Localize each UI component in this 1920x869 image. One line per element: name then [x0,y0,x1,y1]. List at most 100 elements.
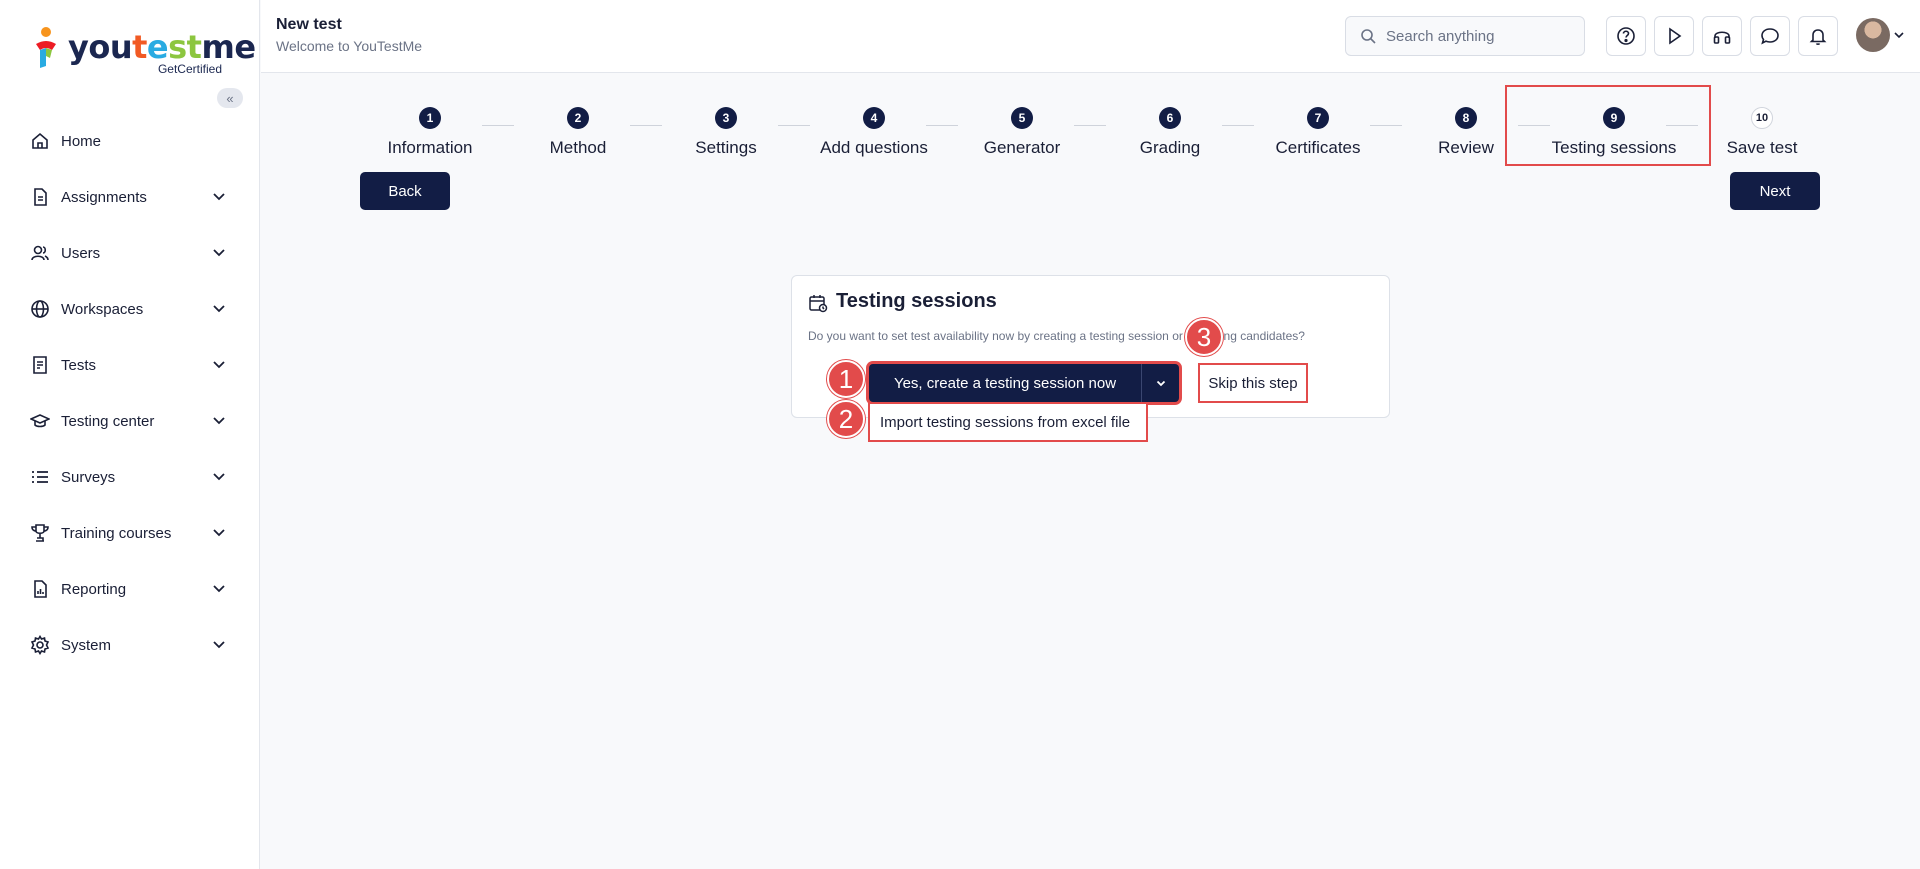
card-title: Testing sessions [836,290,997,312]
play-button[interactable] [1654,16,1694,56]
sidebar-item-label: Training courses [61,524,172,542]
import-sessions-menu-item[interactable]: Import testing sessions from excel file [868,402,1148,442]
step-number: 5 [1011,107,1033,129]
sidebar-item-label: System [61,636,112,654]
create-session-split-button: Yes, create a testing session now [869,364,1179,402]
highlight-current-step [1505,85,1711,166]
sidebar-item-label: Home [61,132,102,150]
top-header: New test Welcome to YouTestMe [261,0,1920,73]
annotation-badge-2: 2 [827,400,865,438]
sidebar-item-training-courses[interactable]: Training courses [0,505,260,561]
step-settings[interactable]: 3 Settings [656,104,796,158]
step-label: Generator [983,138,1061,157]
home-icon [30,131,50,151]
chevron-down-icon [213,641,225,649]
sidebar-item-assignments[interactable]: Assignments [0,169,260,225]
step-label: Method [549,138,607,157]
user-avatar[interactable] [1856,18,1890,52]
help-button[interactable] [1606,16,1646,56]
page-title: New test [276,16,342,33]
sidebar-item-surveys[interactable]: Surveys [0,449,260,505]
sidebar-item-label: Tests [61,356,97,374]
document-icon [30,187,50,207]
step-label: Add questions [820,138,928,157]
annotation-badge-1: 1 [827,360,865,398]
sidebar-item-workspaces[interactable]: Workspaces [0,281,260,337]
step-generator[interactable]: 5 Generator [952,104,1092,158]
sidebar-item-label: Users [61,244,101,262]
gear-icon [30,635,50,655]
back-button[interactable]: Back [360,172,450,210]
step-save-test[interactable]: 10 Save test [1692,104,1832,158]
bell-icon [1809,29,1827,46]
youtestme-logo[interactable]: youtestme GetCertified [32,24,256,78]
chevron-down-icon[interactable] [1893,29,1905,41]
globe-icon [30,299,50,319]
step-label: Save test [1726,138,1798,157]
chevron-down-icon [213,529,225,537]
support-button[interactable] [1702,16,1742,56]
split-dropdown-toggle[interactable] [1141,364,1179,402]
step-label: Information [387,138,473,157]
step-method[interactable]: 2 Method [508,104,648,158]
sidebar-item-home[interactable]: Home [0,113,260,169]
step-number: 3 [715,107,737,129]
step-number: 1 [419,107,441,129]
logo-figure-icon [36,27,56,68]
search-box[interactable] [1345,16,1585,56]
step-number: 4 [863,107,885,129]
step-label: Grading [1139,138,1201,157]
sidebar-item-testing-center[interactable]: Testing center [0,393,260,449]
sidebar-item-reporting[interactable]: Reporting [0,561,260,617]
calendar-clock-icon [809,295,828,313]
card-description: Do you want to set test availability now… [808,329,1305,343]
next-button[interactable]: Next [1730,172,1820,210]
sidebar-nav: Home Assignments Users Workspaces Tests … [0,113,260,673]
step-certificates[interactable]: 7 Certificates [1248,104,1388,158]
checklist-icon [30,355,50,375]
chevron-down-icon [213,417,225,425]
graduation-cap-icon [30,411,50,431]
chevron-down-icon [213,473,225,481]
play-icon [1669,27,1682,45]
sidebar-item-label: Testing center [61,412,155,430]
step-number: 7 [1307,107,1329,129]
sidebar-item-users[interactable]: Users [0,225,260,281]
collapse-sidebar-button[interactable]: « [217,88,243,108]
step-grading[interactable]: 6 Grading [1100,104,1240,158]
chevron-down-icon [213,249,225,257]
users-icon [30,243,50,263]
chat-button[interactable] [1750,16,1790,56]
page-subtitle: Welcome to YouTestMe [276,38,423,54]
search-input[interactable] [1386,27,1566,45]
headset-icon [1713,31,1731,44]
chevron-down-icon [213,585,225,593]
help-icon [1617,27,1635,45]
chevron-down-icon [213,305,225,313]
sidebar-item-label: Reporting [61,580,127,598]
logo-wordmark: youtestme [68,28,256,66]
chevron-down-icon [213,361,225,369]
sidebar-item-tests[interactable]: Tests [0,337,260,393]
logo-subtitle: GetCertified [157,62,222,76]
annotation-badge-3: 3 [1185,318,1223,356]
trophy-icon [30,523,50,543]
step-number: 2 [567,107,589,129]
step-label: Settings [695,138,757,157]
skip-step-button[interactable]: Skip this step [1198,363,1308,403]
chevron-down-icon [213,193,225,201]
step-number: 8 [1455,107,1477,129]
sidebar: youtestme GetCertified « Home Assignment… [0,0,260,869]
step-add-questions[interactable]: 4 Add questions [804,104,944,158]
sidebar-item-system[interactable]: System [0,617,260,673]
sidebar-item-label: Assignments [61,188,147,206]
create-session-button[interactable]: Yes, create a testing session now [869,364,1141,402]
sidebar-item-label: Surveys [61,468,116,486]
step-label: Certificates [1275,138,1361,157]
step-information[interactable]: 1 Information [360,104,500,158]
list-icon [30,467,50,487]
notifications-button[interactable] [1798,16,1838,56]
step-number: 10 [1751,107,1773,129]
sidebar-item-label: Workspaces [61,300,144,318]
chevron-down-icon [1156,380,1165,387]
